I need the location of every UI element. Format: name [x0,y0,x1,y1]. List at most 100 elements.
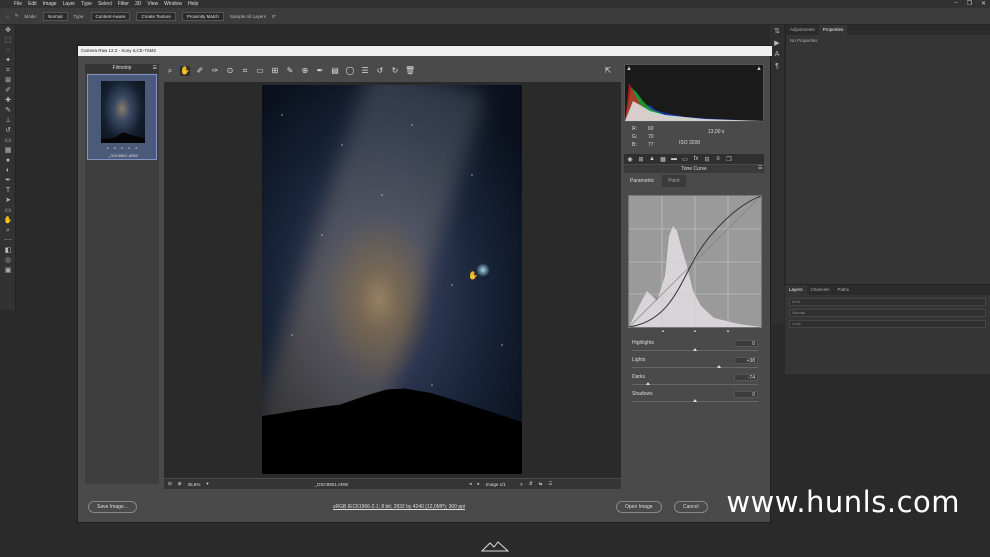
restore-icon[interactable]: ❐ [967,0,972,8]
fullscreen-icon[interactable]: ⇱ [603,66,613,76]
hand-icon[interactable]: ✋ [180,66,190,76]
next-image-icon[interactable]: ▸ [478,481,480,487]
menu-filter[interactable]: Filter [118,1,129,7]
workflow-options-link[interactable]: sRGB IEC61966-2.1; 8 bit; 2832 by 4240 (… [333,504,465,510]
history-icon[interactable]: ⇅ [772,27,782,37]
pen-icon[interactable]: ✒ [3,176,13,185]
angle-value[interactable]: 0° [272,14,276,19]
character-icon[interactable]: A [772,51,782,61]
save-image-button[interactable]: Save Image... [88,501,137,513]
zoom-level[interactable]: 35,8% [188,482,201,487]
frame-tool-icon[interactable]: ⊠ [3,76,13,85]
stamp-tool-icon[interactable]: ⊥ [3,116,13,125]
sample-all-layers-checkbox[interactable]: Sample All Layers [230,14,266,19]
adjustment-brush-icon[interactable]: ✒ [315,66,325,76]
close-icon[interactable]: ✕ [981,0,986,8]
history-brush-icon[interactable]: ↺ [3,126,13,135]
split-midtones-icon[interactable]: ▲ [693,328,697,333]
fx-panel-icon[interactable]: fx [692,156,700,162]
patch-tool-icon[interactable]: ✎ [15,13,19,19]
more-tools-icon[interactable]: ⋯ [3,236,13,245]
split-toning-icon[interactable]: ▬ [670,156,678,162]
graduated-filter-icon[interactable]: ▤ [330,66,340,76]
hsl-panel-icon[interactable]: ▦ [659,156,667,163]
slider-value[interactable]: 0 [734,391,758,398]
crop-tool-icon[interactable]: ⌗ [3,66,13,75]
preview-photo[interactable]: ✋ [262,85,522,474]
text-tool-icon[interactable]: T [3,186,13,195]
rotate-left-icon[interactable]: ↺ [375,66,385,76]
healing-brush-icon[interactable]: ✚ [3,96,13,105]
shape-tool-icon[interactable]: ▭ [3,206,13,215]
menu-view[interactable]: View [147,1,158,7]
menu-image[interactable]: Image [43,1,57,7]
slider-value[interactable]: +38 [734,357,758,364]
eraser-icon[interactable]: ▭ [3,136,13,145]
tab-channels[interactable]: Channels [807,285,834,295]
detail-panel-icon[interactable]: ▲ [648,156,656,162]
radial-filter-icon[interactable]: ◯ [345,66,355,76]
tab-point[interactable]: Point [662,175,686,187]
slider-thumb[interactable] [716,365,721,368]
zoom-dropdown-icon[interactable]: ▾ [206,481,208,487]
path-select-icon[interactable]: ➤ [3,196,13,205]
quick-mask-icon[interactable]: ◎ [3,256,13,265]
before-after-toggle-icon[interactable]: ⇵ [529,481,533,487]
trash-icon[interactable]: 🗑 [405,66,415,76]
crop-icon[interactable]: ⌗ [240,66,250,76]
lights-slider[interactable]: Lights +38 [632,357,758,372]
zoom-in-icon[interactable]: ⊞ [178,481,182,487]
slider-thumb[interactable] [693,348,697,351]
lasso-tool-icon[interactable]: ◌ [3,46,13,55]
screen-mode-icon[interactable]: ▣ [3,266,13,275]
zoom-tool-icon[interactable]: ⌕ [3,226,13,235]
slider-track[interactable] [632,367,758,368]
menu-select[interactable]: Select [98,1,112,7]
snapshots-icon[interactable]: ❐ [725,156,733,163]
cancel-button[interactable]: Cancel [674,501,708,513]
darks-slider[interactable]: Darks -74 [632,374,758,389]
menu-help[interactable]: Help [188,1,198,7]
menu-3d[interactable]: 3D [135,1,141,7]
mode-select[interactable]: Normal [43,11,68,21]
blend-mode-select[interactable]: Normal [789,309,986,317]
basic-panel-icon[interactable]: ◉ [626,156,634,163]
white-balance-icon[interactable]: ✐ [195,66,205,76]
menu-layer[interactable]: Layer [63,1,76,7]
tone-curve-panel-icon[interactable]: ⊞ [637,156,645,163]
slider-value[interactable]: -74 [734,374,758,381]
proximity-match-button[interactable]: Proximity Match [181,11,224,21]
menu-file[interactable]: File [14,1,22,7]
create-texture-button[interactable]: Create Texture [136,11,176,21]
zoom-icon[interactable]: ⌕ [165,66,175,76]
color-swatches-icon[interactable]: ◧ [3,246,13,255]
straighten-icon[interactable]: ▭ [255,66,265,76]
layer-kind-filter[interactable]: Kind [789,298,986,306]
calibration-icon[interactable]: ⊟ [703,156,711,163]
blur-icon[interactable]: ● [3,156,13,165]
rotate-right-icon[interactable]: ↻ [390,66,400,76]
split-shadows-icon[interactable]: ▲ [661,328,665,333]
highlights-slider[interactable]: Highlights 0 [632,340,758,355]
tone-curve-menu-icon[interactable]: ☰ [758,165,762,171]
actions-icon[interactable]: ▶ [772,39,782,49]
filmstrip-thumbnail[interactable]: • • • • • _DSC8901.ARW [87,74,157,160]
rating-stars[interactable]: • • • • • [88,146,158,152]
targeted-adjust-icon[interactable]: ⊙ [225,66,235,76]
shadows-slider[interactable]: Shadows 0 [632,391,758,406]
color-sampler-icon[interactable]: ✑ [210,66,220,76]
tab-layers[interactable]: Layers [785,285,807,295]
open-image-button[interactable]: Open Image [616,501,662,513]
lens-panel-icon[interactable]: ▭ [681,156,689,163]
highlight-clip-icon[interactable]: ▲ [756,66,762,72]
slider-track[interactable] [632,384,758,385]
menu-type[interactable]: Type [81,1,92,7]
brush-tool-icon[interactable]: ✎ [3,106,13,115]
quick-select-icon[interactable]: ✦ [3,56,13,65]
hand-tool-icon[interactable]: ✋ [3,216,13,225]
slider-thumb[interactable] [646,382,651,385]
presets-icon[interactable]: ≡ [714,156,722,162]
menu-edit[interactable]: Edit [28,1,37,7]
swap-settings-icon[interactable]: ⇆ [539,481,543,487]
tab-adjustments[interactable]: Adjustments [786,25,819,35]
